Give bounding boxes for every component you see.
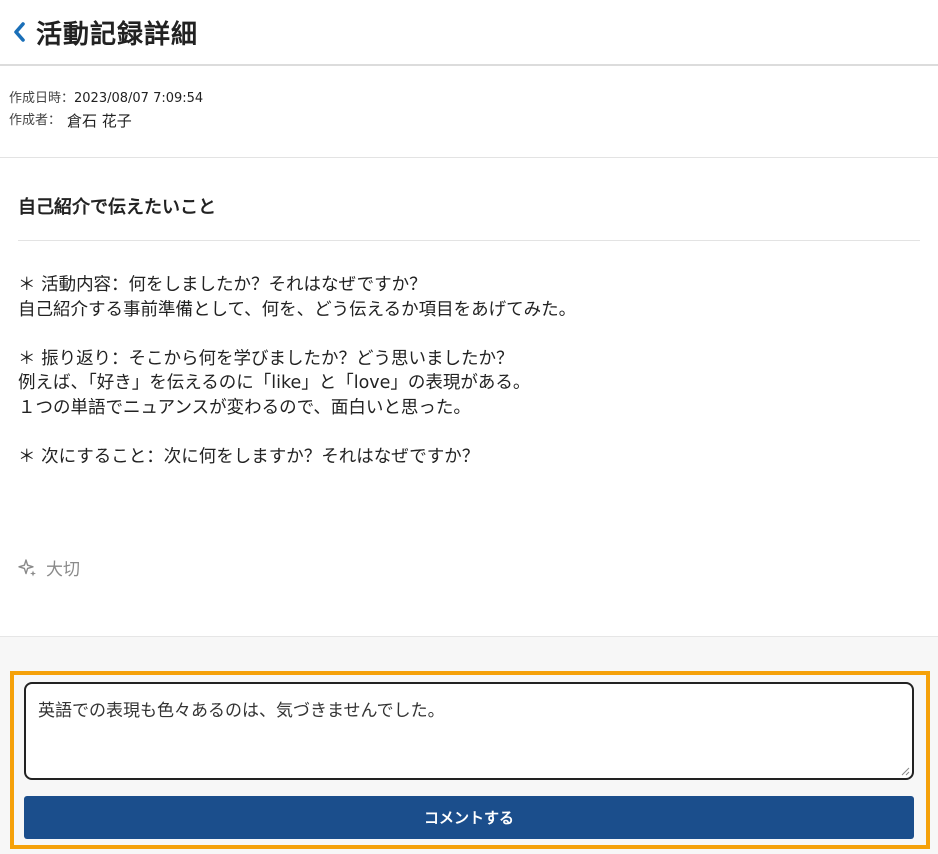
divider: [0, 157, 938, 158]
back-button[interactable]: [8, 17, 30, 47]
created-at-label: 作成日時：: [9, 91, 75, 106]
author-value: 倉石 花子: [67, 112, 132, 130]
body-line: １つの単語でニュアンスが変わるので、面白いと思った。: [18, 397, 471, 418]
important-button[interactable]: 大切: [18, 555, 80, 580]
body-line: ＊ 次にすること：次に何をしますか？それはなぜですか？: [18, 446, 480, 467]
body-line: ＊ 振り返り：そこから何を学びましたか？どう思いましたか？: [18, 348, 514, 369]
comment-submit-button[interactable]: コメントする: [24, 796, 914, 839]
body-line: 例えば、「好き」を伝えるのに「like」と「love」の表現がある。: [18, 373, 531, 393]
comment-input[interactable]: [24, 682, 914, 780]
post-title: 自己紹介で伝えたいこと: [18, 197, 216, 218]
body-line: 自己紹介する事前準備として、何を、どう伝えるか項目をあげてみた。: [18, 299, 577, 320]
body-line: ＊ 活動内容：何をしましたか？それはなぜですか？: [18, 275, 427, 295]
divider: [18, 240, 920, 241]
page-header: 活動記録詳細: [0, 0, 938, 66]
page-title: 活動記録詳細: [36, 19, 199, 50]
created-at-value: 2023/08/07 7:09:54: [74, 91, 204, 106]
author-row: 作成者： 倉石 花子: [9, 110, 203, 132]
sparkle-icon: [18, 558, 36, 576]
body-gap: [18, 322, 918, 347]
created-at-row: 作成日時： 2023/08/07 7:09:54: [9, 88, 203, 110]
post-body: ＊ 活動内容：何をしましたか？それはなぜですか？ 自己紹介する事前準備として、何…: [18, 273, 918, 469]
post-meta: 作成日時： 2023/08/07 7:09:54 作成者： 倉石 花子: [9, 88, 203, 132]
chevron-left-icon: [14, 22, 25, 42]
author-label: 作成者：: [9, 113, 62, 128]
resize-grip-icon[interactable]: [900, 766, 910, 776]
body-gap: [18, 420, 918, 445]
important-label: 大切: [46, 560, 80, 580]
